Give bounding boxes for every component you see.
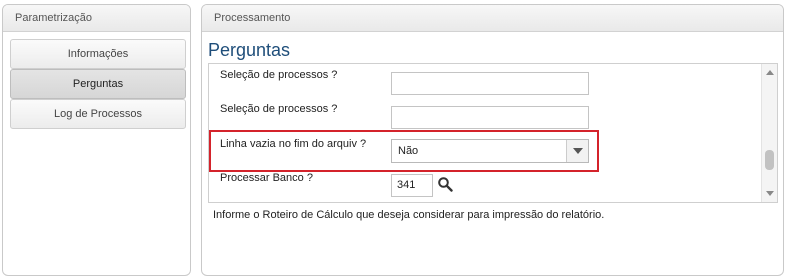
- questions-form: Seleção de processos ? Seleção de proces…: [208, 63, 778, 203]
- nav-perguntas-button[interactable]: Perguntas: [10, 69, 186, 99]
- page-title: Perguntas: [208, 40, 291, 60]
- parametrizacao-header: Parametrização: [3, 5, 190, 32]
- nav-informacoes-button[interactable]: Informações: [10, 39, 186, 69]
- nav-log-processos-button[interactable]: Log de Processos: [10, 99, 186, 129]
- selecao-processos-input-1[interactable]: [391, 72, 589, 95]
- processamento-panel: Processamento Perguntas Seleção de proce…: [201, 4, 784, 276]
- linha-vazia-select[interactable]: Não: [391, 139, 589, 163]
- magnifier-icon[interactable]: [437, 176, 453, 192]
- form-scrollbar[interactable]: [761, 64, 777, 202]
- question-label-selecao-1: Seleção de processos ?: [220, 69, 338, 81]
- scroll-thumb[interactable]: [765, 150, 774, 170]
- scroll-up-icon[interactable]: [766, 70, 774, 75]
- question-label-processar-banco: Processar Banco ?: [220, 172, 313, 184]
- scroll-down-icon[interactable]: [766, 191, 774, 196]
- nav-menu: Informações Perguntas Log de Processos: [3, 32, 190, 129]
- question-label-linha-vazia: Linha vazia no fim do arquiv ?: [220, 138, 367, 150]
- parametrizacao-panel: Parametrização Informações Perguntas Log…: [2, 4, 191, 276]
- linha-vazia-select-value: Não: [398, 145, 419, 157]
- help-text: Informe o Roteiro de Cálculo que deseja …: [213, 209, 605, 221]
- processar-banco-input[interactable]: 341: [391, 174, 433, 197]
- chevron-down-icon[interactable]: [566, 140, 588, 162]
- selecao-processos-input-2[interactable]: [391, 106, 589, 129]
- processamento-header: Processamento: [202, 5, 783, 32]
- question-label-selecao-2: Seleção de processos ?: [220, 103, 338, 115]
